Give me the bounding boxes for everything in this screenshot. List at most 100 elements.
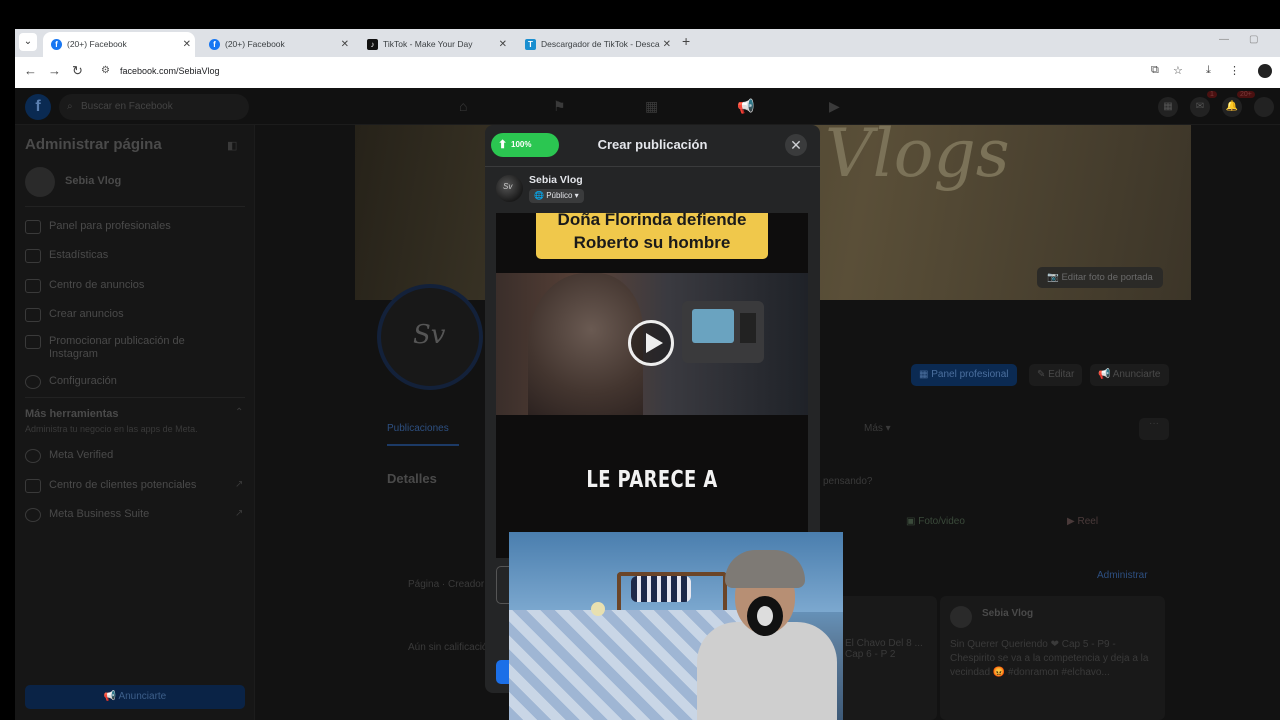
post-card[interactable]: Sebia Vlog Sin Querer Queriendo ❤ Cap 5 … bbox=[940, 596, 1165, 720]
sidebar-item-promote-instagram[interactable]: Promocionar publicación de Instagram bbox=[25, 335, 215, 360]
tab-label: (20+) Facebook bbox=[225, 39, 285, 49]
post-text: El Chavo Del 8 ... Cap 6 - P 2 bbox=[845, 638, 923, 660]
author-avatar: Sv bbox=[496, 175, 523, 202]
advertise-page-button[interactable]: 📢 Anunciarte bbox=[1090, 364, 1169, 386]
sidebar-item-label: Configuración bbox=[49, 375, 117, 387]
close-tab-icon[interactable]: ✕ bbox=[341, 32, 349, 57]
cover-text: Vlogs bbox=[825, 115, 1010, 192]
sidebar-item-label: Meta Verified bbox=[49, 449, 114, 461]
screen: ⌄ f (20+) Facebook ✕ f (20+) Facebook ✕ … bbox=[0, 0, 1280, 720]
manage-link[interactable]: Administrar bbox=[1097, 570, 1148, 581]
post-author: Sebia Vlog bbox=[982, 608, 1034, 619]
search-input[interactable]: ⌕ Buscar en Facebook bbox=[59, 94, 249, 120]
tab-more[interactable]: Más ▾ bbox=[864, 423, 891, 434]
tab-tiktok[interactable]: ♪ TikTok - Make Your Day ✕ bbox=[359, 32, 511, 57]
photo-video-button[interactable]: ▣ Foto/video bbox=[906, 516, 965, 527]
video-caption-line1: Doña Florinda defiende bbox=[557, 213, 747, 229]
install-app-icon[interactable]: ⧉ bbox=[1151, 64, 1159, 77]
downloader-icon: T bbox=[525, 39, 536, 50]
professional-panel-button[interactable]: ▦ Panel profesional bbox=[911, 364, 1017, 386]
page-category: Página · Creador bbox=[408, 579, 485, 590]
sidebar-item-meta-business-suite[interactable]: Meta Business Suite bbox=[25, 508, 149, 528]
tab-facebook[interactable]: f (20+) Facebook ✕ bbox=[201, 32, 353, 57]
profile-monogram: Sv bbox=[413, 320, 446, 350]
extensions-icon[interactable]: ⋮ bbox=[1229, 64, 1240, 77]
sidebar-item-ad-center[interactable]: Centro de anuncios bbox=[25, 279, 144, 299]
tab-search-menu-icon[interactable]: ⌄ bbox=[19, 33, 37, 51]
webcam-beanie bbox=[725, 550, 805, 588]
sidebar-item-leads-center[interactable]: Centro de clientes potenciales bbox=[25, 479, 196, 499]
verified-icon bbox=[25, 449, 41, 463]
instagram-icon bbox=[25, 335, 41, 349]
post-card[interactable]: El Chavo Del 8 ... Cap 6 - P 2 bbox=[837, 596, 937, 720]
profile-avatar[interactable] bbox=[1258, 64, 1272, 78]
advertise-label: Anunciarte bbox=[118, 691, 167, 702]
sidebar-item-create-ads[interactable]: Crear anuncios bbox=[25, 308, 124, 328]
site-info-icon[interactable]: ⚙ bbox=[101, 65, 110, 76]
url-input[interactable]: ⚙ facebook.com/SebiaVlog bbox=[95, 61, 1145, 83]
minimize-icon[interactable]: — bbox=[1219, 34, 1229, 45]
sidebar-item-label: Centro de anuncios bbox=[49, 279, 145, 291]
sidebar-item-meta-verified[interactable]: Meta Verified bbox=[25, 449, 113, 469]
tab-facebook-active[interactable]: f (20+) Facebook ✕ bbox=[43, 32, 195, 57]
bookmark-star-icon[interactable]: ☆ bbox=[1173, 64, 1183, 77]
collapse-sidebar-icon[interactable]: ◧ bbox=[227, 139, 237, 152]
dialog-header: ⬆ 100% Crear publicación ✕ bbox=[485, 125, 820, 167]
search-placeholder: Buscar en Facebook bbox=[81, 101, 173, 112]
privacy-selector[interactable]: 🌐 Público ▾ bbox=[529, 189, 584, 203]
restore-icon[interactable]: ▢ bbox=[1249, 34, 1258, 45]
sidebar-item-label: Meta Business Suite bbox=[49, 508, 150, 520]
close-tab-icon[interactable]: ✕ bbox=[659, 32, 671, 57]
tab-label: (20+) Facebook bbox=[67, 39, 127, 49]
close-tab-icon[interactable]: ✕ bbox=[499, 32, 507, 57]
tab-posts[interactable]: Publicaciones bbox=[387, 423, 449, 434]
megaphone-icon[interactable]: 📢 bbox=[737, 98, 754, 115]
messages-badge: 1 bbox=[1207, 91, 1217, 98]
facebook-logo-icon[interactable]: f bbox=[25, 94, 51, 120]
sidebar-item-professional-dashboard[interactable]: Panel para profesionales bbox=[25, 220, 171, 240]
close-tab-icon[interactable]: ✕ bbox=[183, 32, 191, 57]
play-icon[interactable] bbox=[628, 320, 674, 366]
sidebar-item-settings[interactable]: Configuración bbox=[25, 375, 117, 395]
profile-picture[interactable]: Sv bbox=[377, 284, 483, 390]
menu-grid-icon[interactable]: ▦ bbox=[1158, 97, 1178, 117]
video-icon[interactable]: ▶ bbox=[829, 98, 840, 115]
business-suite-icon bbox=[25, 508, 41, 522]
monitor-knobs bbox=[740, 313, 756, 343]
chevron-up-icon[interactable]: ⌃ bbox=[235, 407, 243, 418]
edit-cover-button[interactable]: 📷 Editar foto de portada bbox=[1037, 267, 1163, 288]
back-icon[interactable]: ← bbox=[24, 63, 37, 78]
more-options-button[interactable]: ··· bbox=[1139, 418, 1169, 440]
sidebar-item-insights[interactable]: Estadísticas bbox=[25, 249, 108, 269]
messenger-icon[interactable]: ✉ bbox=[1190, 97, 1210, 117]
advertise-button[interactable]: 📢 Anunciarte bbox=[25, 685, 245, 709]
tab-downloader[interactable]: T Descargador de TikTok - Descarg ✕ bbox=[517, 32, 675, 57]
download-icon[interactable]: ⤓ bbox=[1206, 64, 1211, 77]
tab-label: TikTok - Make Your Day bbox=[383, 39, 473, 49]
home-icon[interactable]: ⌂ bbox=[459, 98, 467, 114]
button-label: Editar bbox=[1048, 369, 1075, 380]
sidebar-item-label: Panel para profesionales bbox=[49, 220, 171, 232]
forward-icon[interactable]: → bbox=[48, 63, 61, 78]
new-tab-icon[interactable]: + bbox=[682, 33, 690, 49]
page-name: Sebia Vlog bbox=[65, 175, 122, 187]
more-tools-title: Más herramientas bbox=[25, 408, 119, 420]
divider bbox=[25, 206, 245, 207]
flag-icon[interactable]: ⚑ bbox=[553, 98, 566, 115]
reload-icon[interactable]: ↻ bbox=[72, 63, 83, 79]
webcam-overlay bbox=[509, 532, 843, 720]
dashboard-icon bbox=[25, 220, 41, 234]
reel-button[interactable]: ▶ Reel bbox=[1067, 516, 1098, 527]
edit-page-button[interactable]: ✎ Editar bbox=[1029, 364, 1083, 386]
edit-icon bbox=[25, 308, 41, 322]
pencil-icon: ✎ bbox=[1037, 369, 1049, 380]
button-label: Anunciarte bbox=[1112, 369, 1161, 380]
notifications-icon[interactable]: 🔔 bbox=[1222, 97, 1242, 117]
megaphone-icon bbox=[25, 279, 41, 293]
video-preview[interactable]: Doña Florinda defiende Roberto su hombre… bbox=[496, 213, 808, 558]
account-avatar[interactable] bbox=[1254, 97, 1274, 117]
insights-icon[interactable]: ▦ bbox=[645, 98, 658, 115]
composer-placeholder[interactable]: pensando? bbox=[823, 476, 873, 487]
close-dialog-button[interactable]: ✕ bbox=[785, 134, 807, 156]
details-title: Detalles bbox=[387, 471, 437, 486]
